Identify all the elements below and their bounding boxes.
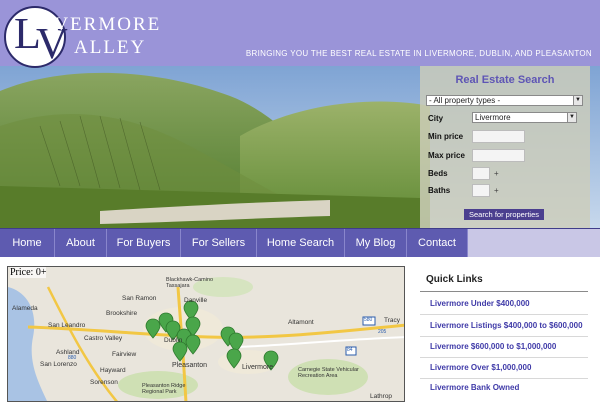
nav-item-for-buyers[interactable]: For Buyers (107, 229, 181, 257)
baths-label: Baths (428, 186, 451, 195)
map-highway-880: 880 (68, 355, 77, 361)
map-place-pleasanton: Pleasanton (172, 362, 208, 369)
quick-link-bank-owned[interactable]: Livermore Bank Owned (430, 383, 519, 392)
map-place-pleasanton-ridge: Pleasanton Ridge Regional Park (142, 383, 186, 395)
quick-link-under-400k[interactable]: Livermore Under $400,000 (430, 299, 530, 308)
search-title: Real Estate Search (455, 74, 555, 86)
search-properties-button[interactable]: Search for properties (464, 209, 544, 220)
site-header: L V IVERMORE ALLEY BRINGING YOU THE BEST… (0, 0, 600, 68)
beds-input[interactable] (472, 167, 490, 180)
map-place-livermore: Livermore (242, 364, 274, 371)
quick-link-separator (420, 378, 588, 379)
quick-link-over-1m[interactable]: Livermore Over $1,000,000 (430, 363, 531, 372)
city-select[interactable]: Livermore ▼ (472, 112, 577, 123)
quick-link-separator (420, 357, 588, 358)
price-filter-label: Price: 0+ (10, 267, 47, 278)
nav-item-home[interactable]: Home (0, 229, 55, 257)
nav-item-home-search[interactable]: Home Search (257, 229, 345, 257)
nav-item-my-blog[interactable]: My Blog (345, 229, 407, 257)
map-highway-580: 580 (364, 317, 373, 323)
map-place-san-lorenzo: San Lorenzo (40, 361, 77, 368)
city-value: Livermore (475, 113, 511, 122)
quick-link-400k-600k[interactable]: Livermore Listings $400,000 to $600,000 (430, 321, 583, 330)
city-label: City (428, 114, 444, 123)
map-place-danville: Danville (184, 297, 208, 304)
real-estate-search-panel: Real Estate Search - All property types … (420, 66, 590, 228)
nav-filler (468, 229, 600, 257)
chevron-down-icon[interactable]: ▼ (567, 113, 576, 122)
quick-links-panel: Quick Links Livermore Under $400,000 Liv… (420, 266, 592, 402)
map-place-hayward: Hayward (100, 367, 126, 374)
listings-map[interactable]: Price: 0+ Alameda San Ramon Blackhawk-Ca… (7, 266, 405, 402)
map-place-tracy: Tracy (384, 317, 401, 324)
beds-plus: + (494, 169, 499, 178)
max-price-input[interactable] (472, 149, 525, 162)
map-place-altamont: Altamont (288, 319, 314, 326)
min-price-label: Min price (428, 132, 464, 141)
map-place-lathrop: Lathrop (370, 393, 393, 400)
map-place-dublin: Dublin (164, 337, 183, 344)
quick-links-title: Quick Links (426, 274, 483, 285)
map-place-castro-valley: Castro Valley (84, 335, 123, 342)
map-place-brookshire: Brookshire (106, 310, 138, 317)
map-place-alameda: Alameda (12, 305, 38, 312)
max-price-label: Max price (428, 151, 465, 160)
map-place-carnegie: Carnegie State Vehicular Recreation Area (298, 367, 359, 379)
beds-label: Beds (428, 169, 448, 178)
logo-text-bottom: ALLEY (74, 37, 147, 58)
quick-links-divider (420, 291, 588, 292)
property-type-value: - All property types - (429, 96, 501, 105)
map-place-fairview: Fairview (112, 351, 137, 358)
baths-input[interactable] (472, 184, 490, 197)
map-place-sorenson: Sorenson (90, 379, 118, 386)
nav-item-contact[interactable]: Contact (407, 229, 468, 257)
quick-link-separator (420, 314, 588, 315)
quick-link-600k-1m[interactable]: Livermore $600,000 to $1,000,000 (430, 342, 556, 351)
map-highway-84: 84 (347, 347, 353, 353)
map-place-blackhawk: Blackhawk-Camino Tassajara (166, 277, 214, 289)
map-place-san-ramon: San Ramon (122, 295, 157, 302)
nav-item-for-sellers[interactable]: For Sellers (181, 229, 257, 257)
logo-text-top: IVERMORE (46, 14, 162, 35)
quick-link-separator (420, 336, 588, 337)
min-price-input[interactable] (472, 130, 525, 143)
main-nav: Home About For Buyers For Sellers Home S… (0, 228, 600, 257)
site-tagline: BRINGING YOU THE BEST REAL ESTATE IN LIV… (245, 49, 592, 58)
map-place-san-leandro: San Leandro (48, 322, 86, 329)
map-highway-205: 205 (378, 329, 387, 335)
baths-plus: + (494, 186, 499, 195)
property-type-select[interactable]: - All property types - ▼ (426, 95, 583, 106)
nav-item-about[interactable]: About (55, 229, 107, 257)
chevron-down-icon[interactable]: ▼ (573, 96, 582, 105)
